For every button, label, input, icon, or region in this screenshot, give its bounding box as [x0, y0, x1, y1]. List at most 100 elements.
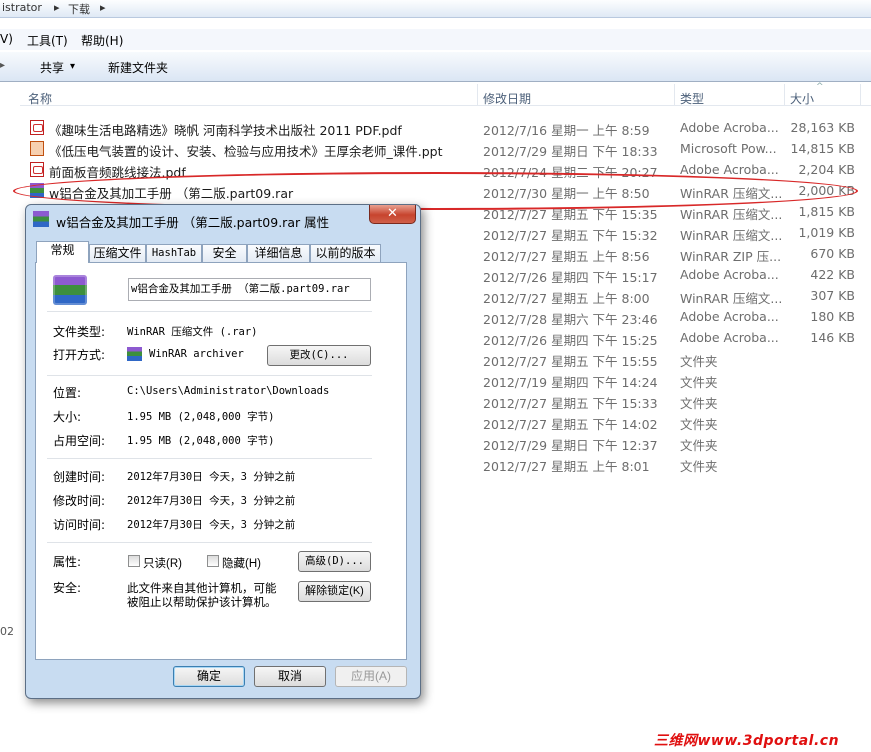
- file-type: 文件夹: [680, 375, 718, 390]
- file-name: 《趣味生活电路精选》晓帆 河南科学技术出版社 2011 PDF.pdf: [49, 123, 402, 138]
- breadcrumb-separator-icon[interactable]: ▸: [54, 1, 60, 14]
- location-value: C:\Users\Administrator\Downloads: [127, 385, 330, 397]
- ok-button[interactable]: 确定: [173, 666, 245, 687]
- ppt-file-icon: [30, 141, 44, 156]
- file-size: 422 KB: [810, 267, 855, 282]
- close-button[interactable]: ✕: [369, 205, 416, 224]
- hidden-checkbox[interactable]: [207, 555, 219, 567]
- column-type[interactable]: 类型: [680, 90, 704, 107]
- tab-previous-versions[interactable]: 以前的版本: [310, 244, 381, 262]
- file-row[interactable]: 《趣味生活电路精选》晓帆 河南科学技术出版社 2011 PDF.pdf 2012/…: [20, 117, 871, 138]
- attributes-label: 属性:: [53, 555, 82, 569]
- location-label: 位置:: [53, 386, 82, 400]
- file-date: 2012/7/27 星期五 下午 15:33: [483, 396, 658, 411]
- column-divider[interactable]: [674, 84, 675, 106]
- size-on-disk-label: 占用空间:: [53, 434, 106, 448]
- breadcrumb-separator-icon[interactable]: ▸: [100, 1, 106, 14]
- hidden-label[interactable]: 隐藏(H): [222, 555, 261, 571]
- file-date: 2012/7/27 星期五 上午 8:01: [483, 459, 650, 474]
- unblock-button[interactable]: 解除锁定(K): [298, 581, 371, 602]
- column-header: 名称 修改日期 类型 大小 ^: [20, 82, 871, 107]
- file-date: 2012/7/27 星期五 上午 8:56: [483, 249, 650, 264]
- tab-general[interactable]: 常规: [36, 241, 89, 263]
- file-type: 文件夹: [680, 396, 718, 411]
- file-name: 《低压电气装置的设计、安装、检验与应用技术》王厚余老师_课件.ppt: [49, 144, 443, 159]
- dialog-title: w铝合金及其加工手册 （第二版.part09.rar 属性: [56, 215, 330, 230]
- column-size[interactable]: 大小: [790, 90, 814, 107]
- file-size: 670 KB: [810, 246, 855, 261]
- chevron-icon[interactable]: ▸: [0, 60, 5, 71]
- file-type: 文件夹: [680, 459, 718, 474]
- file-date: 2012/7/26 星期四 下午 15:17: [483, 270, 658, 285]
- file-size: 2,204 KB: [798, 162, 855, 177]
- column-name[interactable]: 名称: [28, 90, 52, 107]
- tab-details[interactable]: 详细信息: [247, 244, 310, 262]
- divider: [47, 542, 372, 543]
- file-date: 2012/7/29 星期日 下午 12:37: [483, 438, 658, 453]
- file-date: 2012/7/27 星期五 下午 14:02: [483, 417, 658, 432]
- file-size: 28,163 KB: [790, 120, 855, 135]
- size-value: 1.95 MB (2,048,000 字节): [127, 411, 275, 423]
- size-on-disk-value: 1.95 MB (2,048,000 字节): [127, 435, 275, 447]
- column-divider[interactable]: [860, 84, 861, 106]
- cancel-button[interactable]: 取消: [254, 666, 326, 687]
- menu-help[interactable]: 帮助(H): [81, 32, 123, 49]
- sort-arrow-icon: ^: [816, 82, 824, 92]
- advanced-button[interactable]: 高级(D)...: [298, 551, 371, 572]
- menu-tools[interactable]: 工具(T): [27, 32, 68, 49]
- created-label: 创建时间:: [53, 470, 106, 484]
- file-date: 2012/7/19 星期四 下午 14:24: [483, 375, 658, 390]
- file-type-label: 文件类型:: [53, 325, 106, 339]
- column-divider[interactable]: [477, 84, 478, 106]
- apply-button[interactable]: 应用(A): [335, 666, 407, 687]
- menu-bar: V) 工具(T) 帮助(H): [0, 29, 871, 50]
- tab-hashtab[interactable]: HashTab: [146, 244, 202, 262]
- open-with-label: 打开方式:: [53, 348, 106, 362]
- file-date: 2012/7/27 星期五 上午 8:00: [483, 291, 650, 306]
- explorer-window: istrator ▸ 下载 ▸ V) 工具(T) 帮助(H) ▸ 共享 ▾ 新建…: [0, 0, 871, 752]
- security-text-line2: 被阻止以帮助保护该计算机。: [127, 597, 277, 609]
- file-size: 146 KB: [810, 330, 855, 345]
- tab-security[interactable]: 安全: [202, 244, 247, 262]
- file-date: 2012/7/27 星期五 下午 15:32: [483, 228, 658, 243]
- watermark: 三维网www.3dportal.cn: [654, 733, 840, 749]
- column-modified[interactable]: 修改日期: [483, 90, 531, 107]
- file-type: 文件夹: [680, 417, 718, 432]
- winrar-icon: [33, 211, 49, 227]
- menu-view[interactable]: V): [0, 32, 13, 46]
- divider: [47, 458, 372, 459]
- column-divider[interactable]: [784, 84, 785, 106]
- change-button[interactable]: 更改(C)...: [267, 345, 371, 366]
- modified-label: 修改时间:: [53, 494, 106, 508]
- file-row[interactable]: 《低压电气装置的设计、安装、检验与应用技术》王厚余老师_课件.ppt 2012/7…: [20, 138, 871, 159]
- address-bar[interactable]: istrator ▸ 下载 ▸: [0, 0, 871, 18]
- pdf-file-icon: [30, 120, 44, 135]
- modified-value: 2012年7月30日 今天，3 分钟之前: [127, 495, 296, 507]
- file-date: 2012/7/16 星期一 上午 8:59: [483, 123, 650, 138]
- breadcrumb-downloads[interactable]: 下载: [68, 1, 90, 17]
- winrar-icon: [127, 347, 142, 361]
- file-type-value: WinRAR 压缩文件 (.rar): [127, 326, 258, 338]
- readonly-checkbox[interactable]: [128, 555, 140, 567]
- created-value: 2012年7月30日 今天，3 分钟之前: [127, 471, 296, 483]
- breadcrumb-user[interactable]: istrator: [2, 1, 42, 14]
- new-folder-button[interactable]: 新建文件夹: [108, 59, 168, 76]
- command-bar: ▸ 共享 ▾ 新建文件夹: [0, 52, 871, 82]
- tab-archive[interactable]: 压缩文件: [89, 244, 146, 262]
- file-date: 2012/7/27 星期五 下午 15:55: [483, 354, 658, 369]
- file-size: 1,815 KB: [798, 204, 855, 219]
- file-date: 2012/7/28 星期六 下午 23:46: [483, 312, 658, 327]
- size-label: 大小:: [53, 410, 82, 424]
- readonly-label[interactable]: 只读(R): [143, 555, 182, 571]
- filename-field[interactable]: w铝合金及其加工手册 （第二版.part09.rar: [128, 278, 371, 301]
- share-dropdown-icon[interactable]: ▾: [70, 61, 75, 72]
- accessed-label: 访问时间:: [53, 518, 106, 532]
- winrar-archive-icon: [53, 275, 87, 305]
- file-size: 14,815 KB: [790, 141, 855, 156]
- share-button[interactable]: 共享: [40, 59, 64, 76]
- file-size: 180 KB: [810, 309, 855, 324]
- file-type: 文件夹: [680, 354, 718, 369]
- divider: [47, 375, 372, 376]
- left-edge-fragment: 02: [0, 625, 14, 638]
- file-size: 307 KB: [810, 288, 855, 303]
